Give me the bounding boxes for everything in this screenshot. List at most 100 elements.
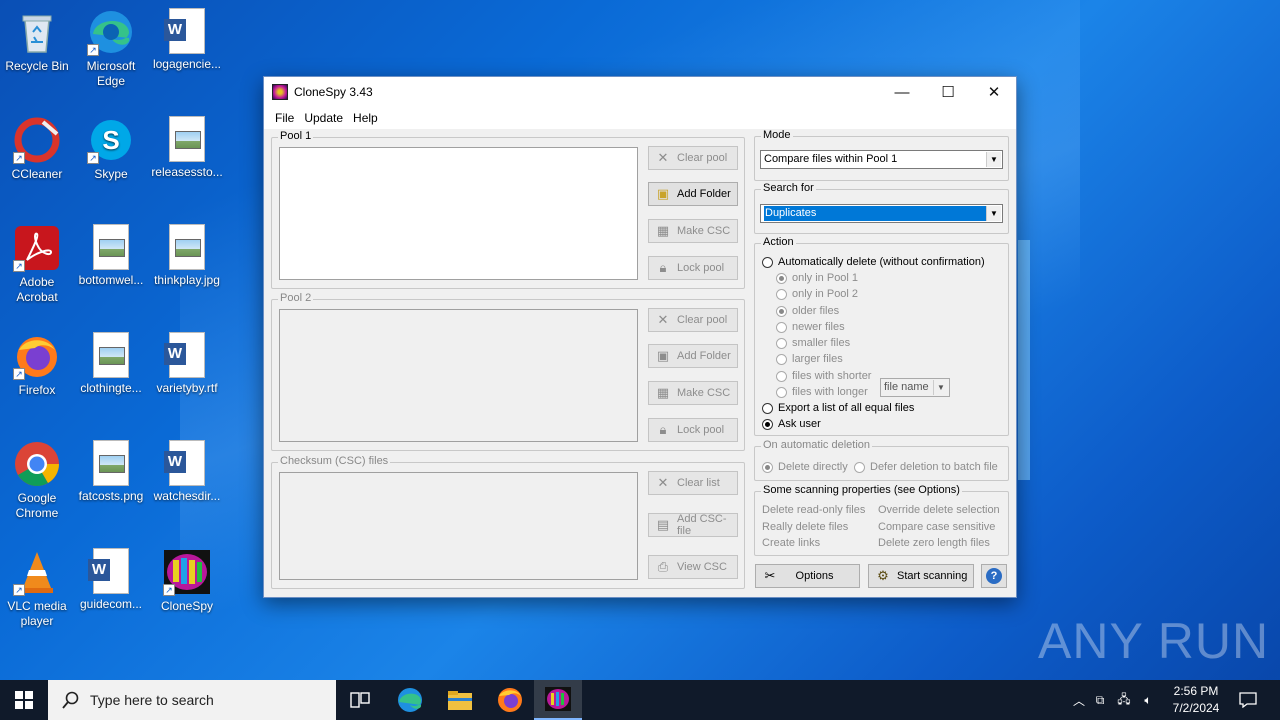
start-scanning-button[interactable]: ⚙ Start scanning xyxy=(868,564,974,588)
pool2-list[interactable] xyxy=(279,309,638,442)
ask-user-radio[interactable]: Ask user xyxy=(762,418,821,430)
desktop-icon-label: Adobe Acrobat xyxy=(16,275,58,304)
close-button[interactable]: ✕ xyxy=(971,77,1017,107)
desktop-icon-chrome[interactable]: Google Chrome xyxy=(0,440,74,521)
checksum-list[interactable] xyxy=(279,472,638,580)
search-for-select[interactable]: Duplicates ▼ xyxy=(760,204,1003,223)
desktop-icon-logagencie[interactable]: W logagencie... xyxy=(150,8,224,72)
device-icon[interactable]: ⧉ xyxy=(1088,693,1112,708)
scan-prop: Delete read-only files xyxy=(762,504,866,516)
volume-icon[interactable]: 🔈︎ xyxy=(1136,693,1160,708)
pool2-label: Pool 2 xyxy=(278,292,314,304)
desktop-icon-label: releasessto... xyxy=(151,165,223,179)
clonespy-icon xyxy=(272,84,288,100)
desktop-icon-skype[interactable]: S ↗ Skype xyxy=(74,116,148,182)
image-file-icon xyxy=(169,116,205,162)
pool1-clear-button[interactable]: ✕ Clear pool xyxy=(648,146,738,170)
options-button[interactable]: ✂ Options xyxy=(755,564,860,588)
desktop-icon-guidecom[interactable]: W guidecom... xyxy=(74,548,148,612)
desktop-icon-vlc[interactable]: ↗ VLC media player xyxy=(0,548,74,629)
chevron-up-icon[interactable]: ︿ xyxy=(1070,692,1088,709)
pool2-make-csc-button[interactable]: ▦ Make CSC xyxy=(648,381,738,405)
desktop-icon-varietyby[interactable]: W varietyby.rtf xyxy=(150,332,224,396)
mode-select[interactable]: Compare files within Pool 1 ▼ xyxy=(760,150,1003,169)
pool2-clear-button[interactable]: ✕ Clear pool xyxy=(648,308,738,332)
older-files-radio[interactable]: older files xyxy=(776,305,839,317)
pool2-lock-button[interactable]: 🔒︎ Lock pool xyxy=(648,418,738,442)
start-button[interactable] xyxy=(0,680,48,720)
image-file-icon xyxy=(93,224,129,270)
help-button[interactable]: ? xyxy=(981,564,1007,588)
menu-file[interactable]: File xyxy=(270,111,299,125)
only-pool2-radio[interactable]: only in Pool 2 xyxy=(776,288,858,300)
anyrun-watermark: ANY RUN xyxy=(1038,613,1270,669)
search-for-group: Search for Duplicates ▼ xyxy=(754,182,1009,234)
notification-button[interactable] xyxy=(1230,680,1266,720)
desktop-icon-edge[interactable]: ↗ Microsoft Edge xyxy=(74,8,148,89)
delete-directly-radio[interactable]: Delete directly xyxy=(762,461,848,473)
edge-icon xyxy=(398,688,422,712)
desktop-icon-label: guidecom... xyxy=(79,597,143,611)
newer-files-radio[interactable]: newer files xyxy=(776,321,845,333)
desktop-icon-acrobat[interactable]: ↗ Adobe Acrobat xyxy=(0,224,74,305)
defer-deletion-radio[interactable]: Defer deletion to batch file xyxy=(854,461,998,473)
desktop-icon-thinkplay[interactable]: thinkplay.jpg xyxy=(150,224,224,288)
taskbar-firefox[interactable] xyxy=(486,680,534,720)
desktop-icon-clothingte[interactable]: clothingte... xyxy=(74,332,148,396)
tools-icon: ✂ xyxy=(764,568,776,583)
taskbar-clonespy[interactable] xyxy=(534,680,582,720)
clock[interactable]: 2:56 PM 7/2/2024 xyxy=(1166,680,1226,720)
pool1-lock-button[interactable]: 🔒︎ Lock pool xyxy=(648,256,738,280)
only-pool1-radio[interactable]: only in Pool 1 xyxy=(776,272,858,284)
taskbar-edge[interactable] xyxy=(386,680,434,720)
word-doc-icon: W xyxy=(88,548,129,594)
maximize-button[interactable]: ☐ xyxy=(925,77,971,107)
desktop-icon-clonespy[interactable]: ↗ CloneSpy xyxy=(150,548,224,614)
desktop-icon-recycle-bin[interactable]: Recycle Bin xyxy=(0,8,74,74)
add-folder-icon: ▣ xyxy=(656,186,670,201)
pool2-add-folder-button[interactable]: ▣ Add Folder xyxy=(648,344,738,368)
checksum-view-button[interactable]: ⎙ View CSC xyxy=(648,555,738,579)
scan-prop: Delete zero length files xyxy=(878,537,990,549)
desktop-icon-ccleaner[interactable]: ↗ CCleaner xyxy=(0,116,74,182)
scan-icon: ⚙ xyxy=(877,568,889,583)
larger-files-radio[interactable]: larger files xyxy=(776,353,843,365)
desktop-icon-label: thinkplay.jpg xyxy=(154,273,220,287)
desktop-icon-label: Microsoft Edge xyxy=(86,59,136,88)
menu-help[interactable]: Help xyxy=(348,111,383,125)
name-type-select[interactable]: file name ▼ xyxy=(880,378,950,397)
desktop-icon-label: fatcosts.png xyxy=(78,489,144,503)
smaller-files-radio[interactable]: smaller files xyxy=(776,337,850,349)
network-icon[interactable]: 🖧︎ xyxy=(1112,690,1136,711)
desktop-icon-label: Google Chrome xyxy=(15,491,59,520)
menu-bar: File Update Help xyxy=(264,107,1016,129)
taskbar-search-box[interactable]: Type here to search xyxy=(48,680,336,720)
desktop-icon-bottomwel[interactable]: bottomwel... xyxy=(74,224,148,288)
pool1-make-csc-button[interactable]: ▦ Make CSC xyxy=(648,219,738,243)
minimize-button[interactable]: — xyxy=(879,77,925,107)
desktop-icon-firefox[interactable]: ↗ Firefox xyxy=(0,332,74,398)
clear-x-icon: ✕ xyxy=(657,150,669,165)
shorter-files-radio[interactable]: files with shorter xyxy=(776,370,871,382)
desktop-light-beam xyxy=(1018,240,1030,480)
desktop-icon-watchesdir[interactable]: W watchesdir... xyxy=(150,440,224,504)
scan-prop: Really delete files xyxy=(762,521,849,533)
taskbar-file-explorer[interactable] xyxy=(436,680,484,720)
word-doc-icon: W xyxy=(164,332,205,378)
pool1-add-folder-button[interactable]: ▣ Add Folder xyxy=(648,182,738,206)
pool1-list[interactable] xyxy=(279,147,638,280)
task-view-button[interactable] xyxy=(336,680,384,720)
desktop-icon-releasessto[interactable]: releasessto... xyxy=(150,116,224,180)
longer-files-radio[interactable]: files with longer xyxy=(776,386,868,398)
export-list-radio[interactable]: Export a list of all equal files xyxy=(762,402,914,414)
menu-update[interactable]: Update xyxy=(299,111,348,125)
auto-delete-radio[interactable]: Automatically delete (without confirmati… xyxy=(762,256,985,268)
chevron-down-icon: ▼ xyxy=(986,206,1001,221)
checksum-add-button[interactable]: ▤ Add CSC-file xyxy=(648,513,738,537)
scan-props-label: Some scanning properties (see Options) xyxy=(761,484,962,496)
title-bar[interactable]: CloneSpy 3.43 — ☐ ✕ xyxy=(264,77,1016,107)
mode-label: Mode xyxy=(761,129,793,141)
checksum-clear-button[interactable]: ✕ Clear list xyxy=(648,471,738,495)
word-doc-icon: W xyxy=(164,440,205,486)
desktop-icon-fatcosts[interactable]: fatcosts.png xyxy=(74,440,148,504)
